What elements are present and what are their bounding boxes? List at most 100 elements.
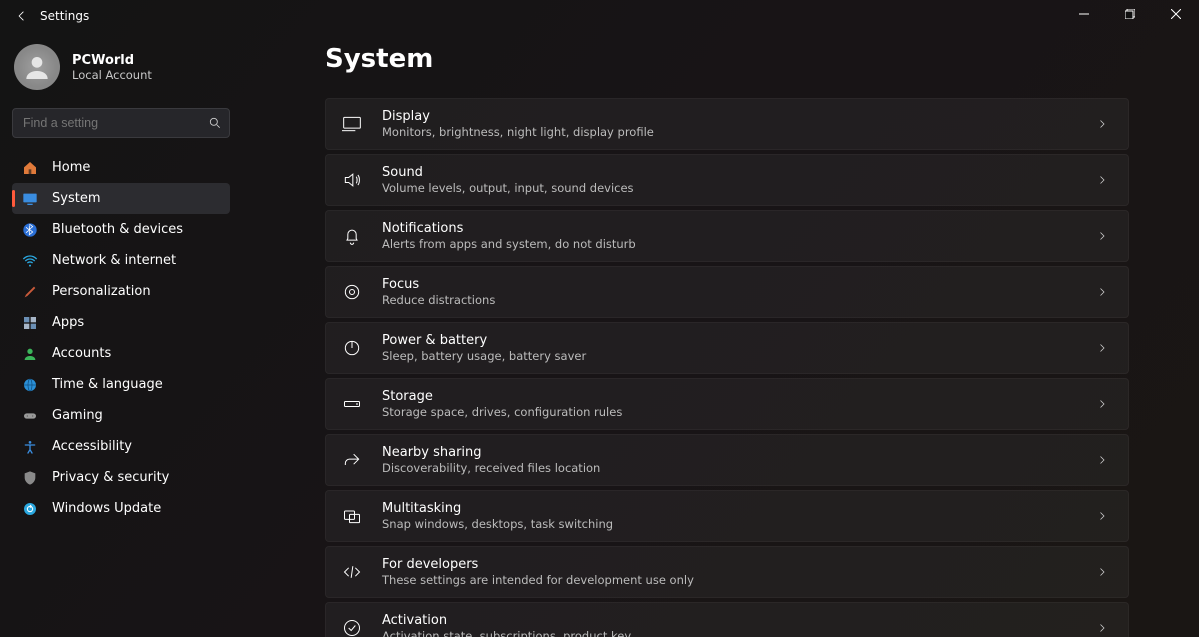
- card-sound[interactable]: SoundVolume levels, output, input, sound…: [325, 154, 1129, 206]
- nav-label: Personalization: [52, 284, 151, 299]
- nav-item-network[interactable]: Network & internet: [12, 245, 230, 276]
- chevron-right-icon: [1096, 342, 1108, 354]
- card-multitasking[interactable]: MultitaskingSnap windows, desktops, task…: [325, 490, 1129, 542]
- person-icon: [22, 346, 38, 362]
- card-title: Power & battery: [382, 333, 1078, 348]
- card-activation[interactable]: ActivationActivation state, subscription…: [325, 602, 1129, 637]
- search-icon: [208, 116, 222, 130]
- main-content: System DisplayMonitors, brightness, nigh…: [295, 32, 1199, 637]
- sound-icon: [340, 168, 364, 192]
- storage-icon: [340, 392, 364, 416]
- update-icon: [22, 501, 38, 517]
- bell-icon: [340, 224, 364, 248]
- nav-item-bluetooth[interactable]: Bluetooth & devices: [12, 214, 230, 245]
- focus-icon: [340, 280, 364, 304]
- sidebar: PCWorld Local Account Home System Blueto…: [0, 32, 295, 637]
- card-nearby[interactable]: Nearby sharingDiscoverability, received …: [325, 434, 1129, 486]
- chevron-right-icon: [1096, 174, 1108, 186]
- chevron-right-icon: [1096, 286, 1108, 298]
- multitask-icon: [340, 504, 364, 528]
- card-focus[interactable]: FocusReduce distractions: [325, 266, 1129, 318]
- nav-label: Accessibility: [52, 439, 132, 454]
- nav-label: Time & language: [52, 377, 163, 392]
- close-button[interactable]: [1153, 0, 1199, 28]
- nav-item-gaming[interactable]: Gaming: [12, 400, 230, 431]
- brush-icon: [22, 284, 38, 300]
- profile-name: PCWorld: [72, 53, 152, 68]
- back-button[interactable]: [6, 0, 38, 32]
- chevron-right-icon: [1096, 454, 1108, 466]
- search-box[interactable]: [12, 108, 230, 138]
- card-sub: Sleep, battery usage, battery saver: [382, 349, 1078, 363]
- card-storage[interactable]: StorageStorage space, drives, configurat…: [325, 378, 1129, 430]
- shield-icon: [22, 470, 38, 486]
- code-icon: [340, 560, 364, 584]
- minimize-button[interactable]: [1061, 0, 1107, 28]
- nav-label: Privacy & security: [52, 470, 169, 485]
- card-sub: Snap windows, desktops, task switching: [382, 517, 1078, 531]
- maximize-button[interactable]: [1107, 0, 1153, 28]
- nav-item-personalization[interactable]: Personalization: [12, 276, 230, 307]
- profile-sub: Local Account: [72, 68, 152, 82]
- card-sub: Reduce distractions: [382, 293, 1078, 307]
- card-sub: Discoverability, received files location: [382, 461, 1078, 475]
- system-icon: [22, 191, 38, 207]
- nav-label: Home: [52, 160, 90, 175]
- apps-icon: [22, 315, 38, 331]
- card-notifications[interactable]: NotificationsAlerts from apps and system…: [325, 210, 1129, 262]
- nav-label: Accounts: [52, 346, 111, 361]
- chevron-right-icon: [1096, 566, 1108, 578]
- nav-item-system[interactable]: System: [12, 183, 230, 214]
- card-title: Sound: [382, 165, 1078, 180]
- card-sub: Monitors, brightness, night light, displ…: [382, 125, 1078, 139]
- display-icon: [340, 112, 364, 136]
- accessibility-icon: [22, 439, 38, 455]
- card-title: Activation: [382, 613, 1078, 628]
- window-title: Settings: [38, 9, 89, 23]
- nav-item-apps[interactable]: Apps: [12, 307, 230, 338]
- nav-label: Network & internet: [52, 253, 176, 268]
- card-power[interactable]: Power & batterySleep, battery usage, bat…: [325, 322, 1129, 374]
- card-title: Notifications: [382, 221, 1078, 236]
- card-title: Storage: [382, 389, 1078, 404]
- bluetooth-icon: [22, 222, 38, 238]
- card-developers[interactable]: For developersThese settings are intende…: [325, 546, 1129, 598]
- avatar: [14, 44, 60, 90]
- card-title: Nearby sharing: [382, 445, 1078, 460]
- card-sub: Volume levels, output, input, sound devi…: [382, 181, 1078, 195]
- nav-label: Bluetooth & devices: [52, 222, 183, 237]
- nav-item-privacy[interactable]: Privacy & security: [12, 462, 230, 493]
- nav-label: System: [52, 191, 100, 206]
- home-icon: [22, 160, 38, 176]
- nav-item-accounts[interactable]: Accounts: [12, 338, 230, 369]
- nav-item-home[interactable]: Home: [12, 152, 230, 183]
- nav-item-accessibility[interactable]: Accessibility: [12, 431, 230, 462]
- window-controls: [1061, 0, 1199, 28]
- check-icon: [340, 616, 364, 637]
- power-icon: [340, 336, 364, 360]
- globe-icon: [22, 377, 38, 393]
- card-title: Display: [382, 109, 1078, 124]
- chevron-right-icon: [1096, 118, 1108, 130]
- nav-label: Gaming: [52, 408, 103, 423]
- card-sub: Activation state, subscriptions, product…: [382, 629, 1078, 637]
- card-title: Multitasking: [382, 501, 1078, 516]
- card-sub: Storage space, drives, configuration rul…: [382, 405, 1078, 419]
- nav-label: Apps: [52, 315, 84, 330]
- share-icon: [340, 448, 364, 472]
- nav-item-time[interactable]: Time & language: [12, 369, 230, 400]
- chevron-right-icon: [1096, 398, 1108, 410]
- wifi-icon: [22, 253, 38, 269]
- title-bar: Settings: [0, 0, 1199, 32]
- search-input[interactable]: [12, 108, 230, 138]
- settings-cards: DisplayMonitors, brightness, night light…: [325, 98, 1129, 637]
- chevron-right-icon: [1096, 510, 1108, 522]
- nav-label: Windows Update: [52, 501, 161, 516]
- chevron-right-icon: [1096, 230, 1108, 242]
- nav-list: Home System Bluetooth & devices Network …: [12, 152, 230, 524]
- profile-block[interactable]: PCWorld Local Account: [12, 44, 287, 104]
- card-display[interactable]: DisplayMonitors, brightness, night light…: [325, 98, 1129, 150]
- nav-item-update[interactable]: Windows Update: [12, 493, 230, 524]
- controller-icon: [22, 408, 38, 424]
- chevron-right-icon: [1096, 622, 1108, 634]
